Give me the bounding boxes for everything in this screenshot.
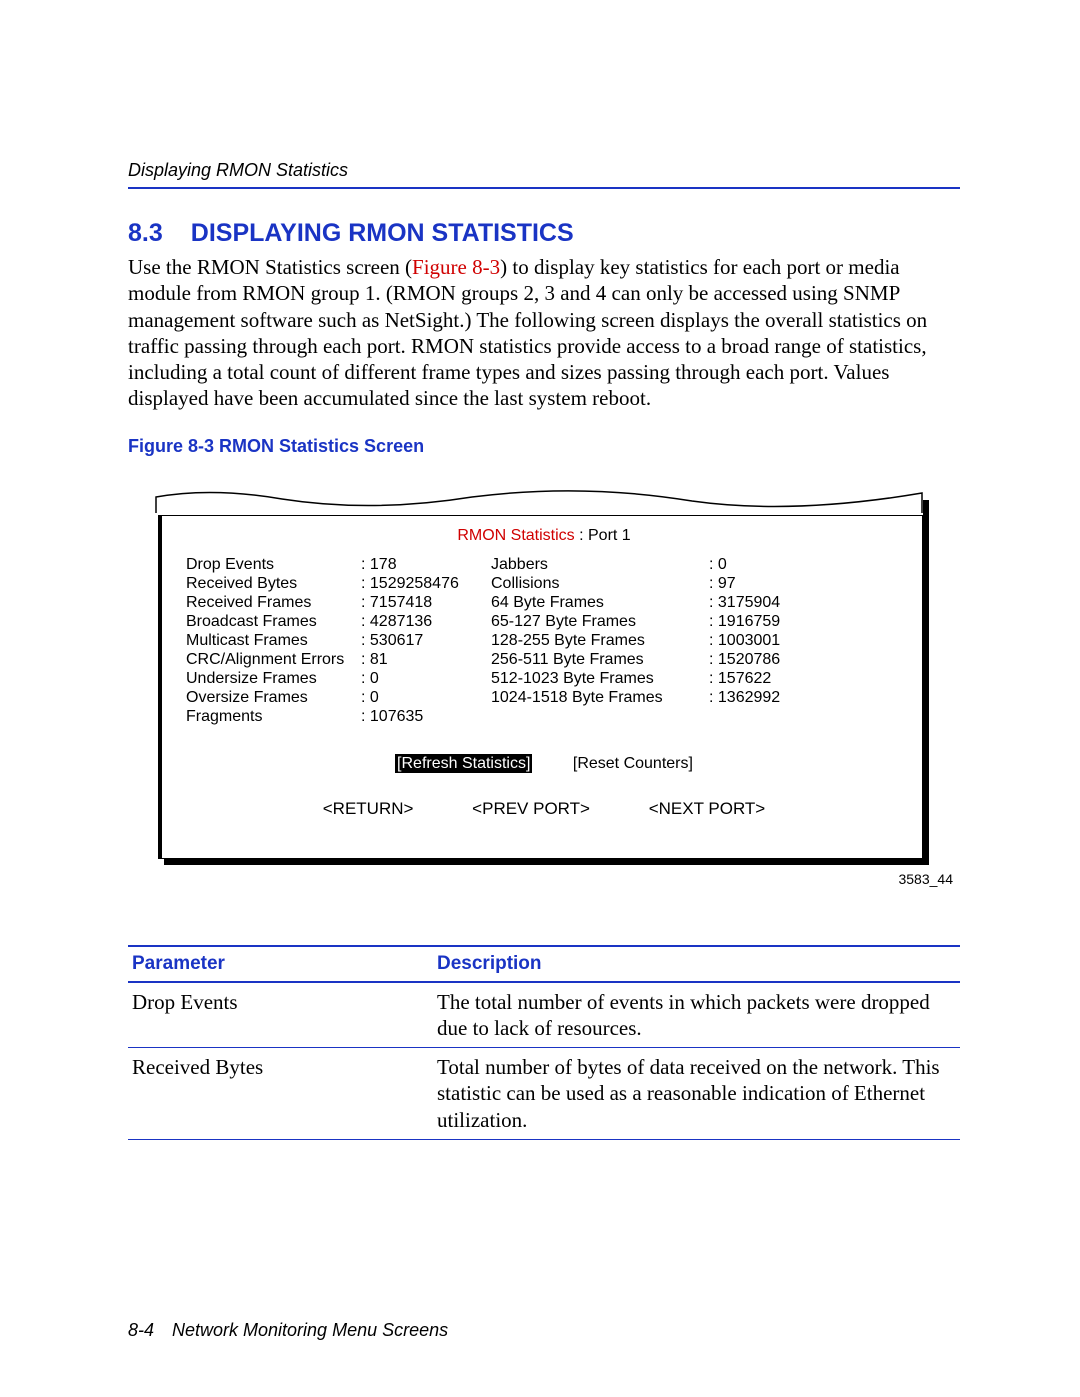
stat-value: : 7157418 (361, 593, 491, 612)
stat-value: : 1529258476 (361, 574, 491, 593)
param-name: Received Bytes (128, 1048, 433, 1139)
page-number: 8-4 (128, 1320, 154, 1340)
stat-label: 65-127 Byte Frames (491, 612, 709, 631)
terminal-title: RMON Statistics : Port 1 (186, 526, 902, 545)
nav-next-port[interactable]: <NEXT PORT> (649, 799, 766, 818)
param-name: Drop Events (128, 983, 433, 1048)
section-title-text: DISPLAYING RMON STATISTICS (191, 219, 574, 247)
stat-label: Received Frames (186, 593, 361, 612)
stat-label: Drop Events (186, 555, 361, 574)
stat-label: Undersize Frames (186, 669, 361, 688)
stat-value: : 1520786 (709, 650, 902, 669)
figure-cross-ref[interactable]: Figure 8-3 (412, 255, 500, 279)
parameter-table: Parameter Description Drop Events The to… (128, 945, 960, 1140)
stat-value: : 4287136 (361, 612, 491, 631)
terminal-title-main: RMON Statistics (457, 527, 574, 544)
stat-value: : 0 (361, 688, 491, 707)
stat-value: : 107635 (361, 707, 491, 726)
page-footer: 8-4 Network Monitoring Menu Screens (128, 1320, 448, 1341)
stats-grid: Drop Events Received Bytes Received Fram… (186, 555, 902, 726)
stat-value: : 81 (361, 650, 491, 669)
stat-label: 64 Byte Frames (491, 593, 709, 612)
stat-label: 256-511 Byte Frames (491, 650, 709, 669)
nav-prev-port[interactable]: <PREV PORT> (472, 799, 590, 818)
stat-label: Collisions (491, 574, 709, 593)
nav-return[interactable]: <RETURN> (323, 799, 414, 818)
stat-value: : 3175904 (709, 593, 902, 612)
table-row: Drop Events The total number of events i… (128, 983, 960, 1049)
reset-counters-button[interactable]: [Reset Counters] (573, 754, 693, 773)
section-body: Use the RMON Statistics screen (Figure 8… (128, 254, 960, 412)
terminal-figure: RMON Statistics : Port 1 Drop Events Rec… (158, 485, 923, 859)
section-number: 8.3 (128, 219, 163, 247)
stat-label: Broadcast Frames (186, 612, 361, 631)
stat-label: Received Bytes (186, 574, 361, 593)
refresh-statistics-button[interactable]: [Refresh Statistics] (395, 754, 532, 773)
stat-value: : 1003001 (709, 631, 902, 650)
terminal-shadow (923, 500, 929, 865)
header-rule (128, 187, 960, 189)
param-desc: Total number of bytes of data received o… (433, 1048, 960, 1139)
stat-label: Jabbers (491, 555, 709, 574)
section-heading: 8.3 DISPLAYING RMON STATISTICS (128, 219, 960, 248)
stat-value: : 0 (361, 669, 491, 688)
stat-value: : 1916759 (709, 612, 902, 631)
col-header-parameter: Parameter (128, 947, 433, 981)
stat-value: : 178 (361, 555, 491, 574)
stat-value: : 1362992 (709, 688, 902, 707)
stat-value: : 157622 (709, 669, 902, 688)
stat-value: : 0 (709, 555, 902, 574)
stat-label: Multicast Frames (186, 631, 361, 650)
terminal-torn-edge (158, 485, 923, 515)
stat-value: : 97 (709, 574, 902, 593)
stat-label: Oversize Frames (186, 688, 361, 707)
stat-label: Fragments (186, 707, 361, 726)
param-desc: The total number of events in which pack… (433, 983, 960, 1048)
figure-id: 3583_44 (158, 871, 953, 887)
stat-label: 1024-1518 Byte Frames (491, 688, 709, 707)
footer-title: Network Monitoring Menu Screens (172, 1320, 448, 1340)
stat-label: 128-255 Byte Frames (491, 631, 709, 650)
terminal-shadow (164, 859, 929, 865)
stat-value: : 530617 (361, 631, 491, 650)
running-header: Displaying RMON Statistics (128, 160, 960, 181)
terminal-title-port: : Port 1 (575, 527, 631, 544)
stat-label: 512-1023 Byte Frames (491, 669, 709, 688)
stat-label: CRC/Alignment Errors (186, 650, 361, 669)
figure-caption: Figure 8-3 RMON Statistics Screen (128, 436, 960, 457)
col-header-description: Description (433, 947, 960, 981)
table-row: Received Bytes Total number of bytes of … (128, 1048, 960, 1140)
